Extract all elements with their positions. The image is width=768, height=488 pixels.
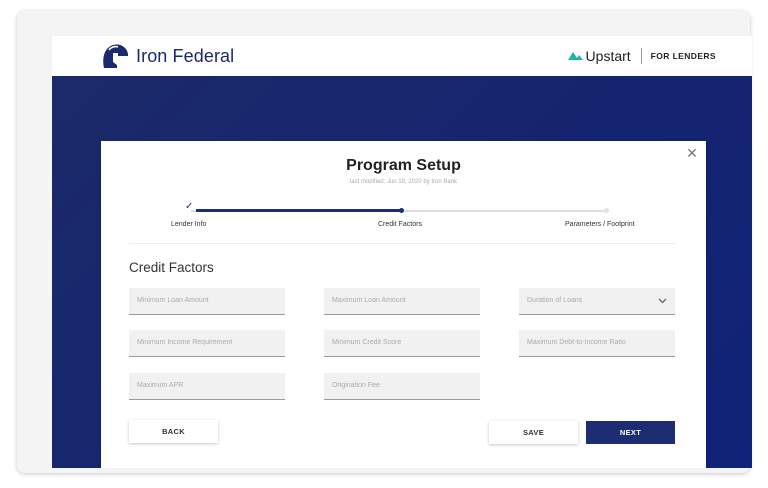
header-divider: [640, 48, 642, 64]
program-setup-modal: ✕ Program Setup last modified: Jun 19, 2…: [101, 141, 706, 468]
brand-name: Iron Federal: [136, 45, 235, 66]
origination-fee-field[interactable]: Origination Fee: [324, 373, 480, 400]
step-credit-factors[interactable]: Credit Factors: [378, 221, 422, 228]
min-credit-score-placeholder: Minimum Credit Score: [332, 339, 402, 346]
section-title: Credit Factors: [129, 260, 214, 275]
spartan-helmet-icon: [103, 44, 128, 68]
max-apr-field[interactable]: Maximum APR: [129, 373, 285, 400]
upstart-logo-icon: [567, 52, 583, 60]
back-button[interactable]: BACK: [129, 420, 218, 443]
save-button[interactable]: SAVE: [489, 421, 578, 444]
top-navigation-bar: Iron Federal Upstart FOR LENDERS: [52, 36, 752, 76]
min-income-field[interactable]: Minimum Income Requirement: [129, 330, 285, 357]
partner-logo[interactable]: Upstart FOR LENDERS: [567, 47, 716, 65]
step-parameters-footprint[interactable]: Parameters / Footprint: [565, 221, 635, 228]
pending-step-dot: [604, 208, 609, 213]
partner-name: Upstart: [585, 48, 631, 64]
min-loan-amount-field[interactable]: Minimum Loan Amount: [129, 288, 285, 315]
duration-of-loans-placeholder: Duration of Loans: [527, 297, 583, 304]
app-screen: Iron Federal Upstart FOR LENDERS ✕ Progr…: [52, 36, 752, 468]
next-button[interactable]: NEXT: [586, 421, 675, 444]
chevron-down-icon: [658, 298, 667, 304]
active-step-dot: [399, 208, 404, 213]
progress-stepper: ✓ Lender Info Credit Factors Parameters …: [101, 201, 706, 233]
brand-logo[interactable]: Iron Federal: [100, 41, 234, 71]
modal-subtitle: last modified: Jun 19, 2020 by Iron Bank: [349, 179, 458, 185]
min-credit-score-field[interactable]: Minimum Credit Score: [324, 330, 480, 357]
max-loan-amount-placeholder: Maximum Loan Amount: [332, 297, 406, 304]
max-dti-field[interactable]: Maximum Debt-to-Income Ratio: [519, 330, 675, 357]
stepper-progress: [196, 209, 400, 212]
max-apr-placeholder: Maximum APR: [137, 382, 184, 389]
max-loan-amount-field[interactable]: Maximum Loan Amount: [324, 288, 480, 315]
modal-title: Program Setup: [346, 157, 461, 174]
min-income-placeholder: Minimum Income Requirement: [137, 339, 233, 346]
device-frame: Iron Federal Upstart FOR LENDERS ✕ Progr…: [17, 11, 752, 473]
max-dti-placeholder: Maximum Debt-to-Income Ratio: [527, 339, 626, 346]
min-loan-amount-placeholder: Minimum Loan Amount: [137, 297, 209, 304]
step-lender-info[interactable]: Lender Info: [171, 221, 206, 228]
hero-background: ✕ Program Setup last modified: Jun 19, 2…: [52, 76, 752, 468]
origination-fee-placeholder: Origination Fee: [332, 382, 380, 389]
checkmark-icon: ✓: [185, 201, 194, 212]
section-divider: [129, 243, 675, 244]
duration-of-loans-select[interactable]: Duration of Loans: [519, 288, 675, 315]
partner-tagline: FOR LENDERS: [650, 51, 716, 61]
